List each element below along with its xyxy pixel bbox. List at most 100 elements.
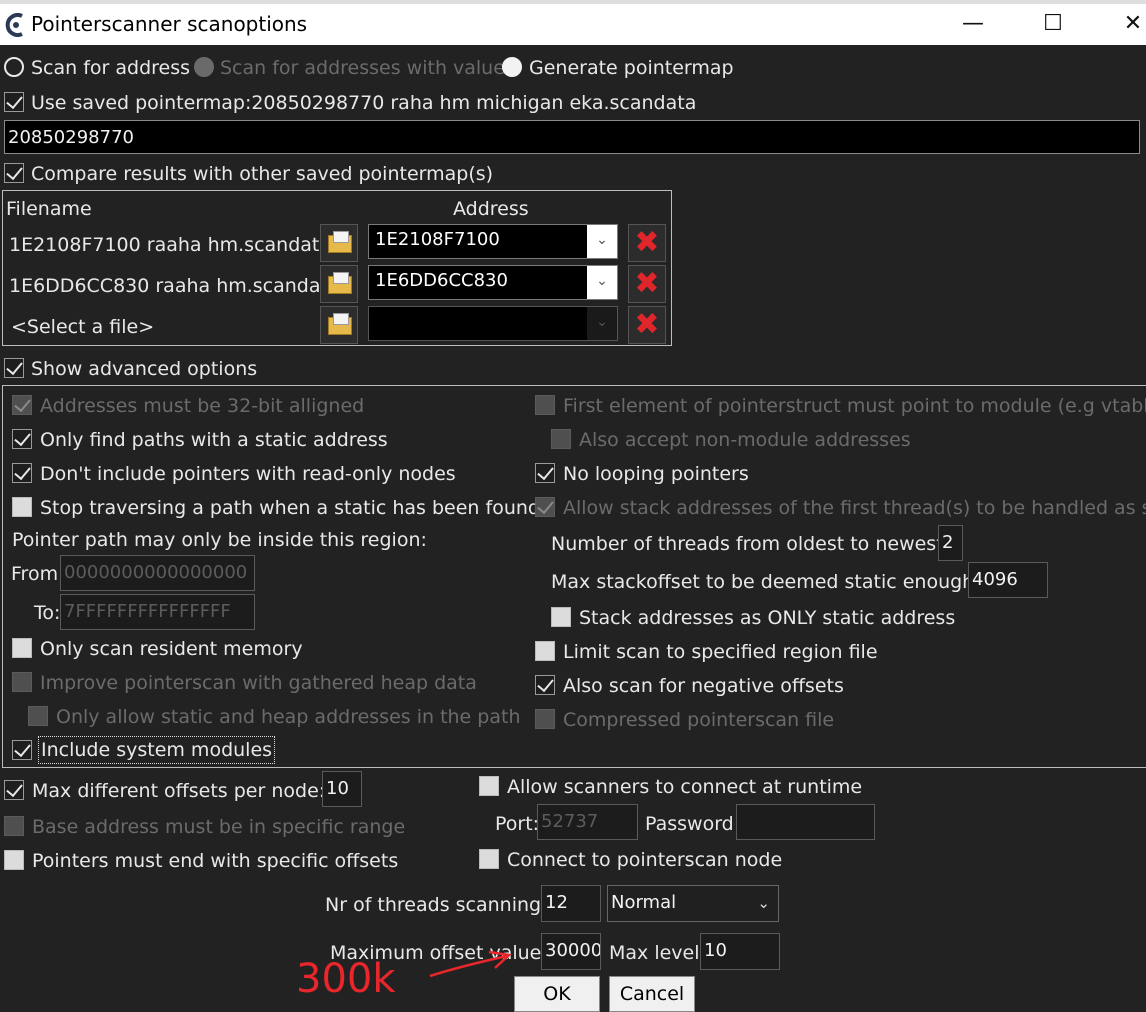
negative-offsets-label: Also scan for negative offsets <box>563 675 844 697</box>
scan-for-address-radio[interactable] <box>4 57 24 77</box>
chevron-down-icon: ⌄ <box>757 894 770 912</box>
cheat-engine-logo-icon <box>5 13 23 37</box>
region-label: Pointer path may only be inside this reg… <box>12 529 427 551</box>
use-saved-pointermap-checkbox[interactable] <box>4 92 24 112</box>
open-folder-icon[interactable] <box>320 306 358 344</box>
stack-only-checkbox[interactable] <box>551 607 571 627</box>
allow-scanners-label: Allow scanners to connect at runtime <box>507 776 863 798</box>
limit-region-checkbox[interactable] <box>535 641 555 661</box>
remove-row-button[interactable]: ✖ <box>628 306 666 344</box>
connect-node-label: Connect to pointerscan node <box>507 849 783 871</box>
compare-row-filename: 1E2108F7100 raaha hm.scandata <box>9 234 332 256</box>
open-folder-icon[interactable] <box>320 265 358 303</box>
no-readonly-checkbox[interactable] <box>12 463 32 483</box>
aligned-label: Addresses must be 32-bit alligned <box>40 395 365 417</box>
stack-addresses-checkbox <box>535 497 555 517</box>
scan-for-value-label: Scan for addresses with value <box>220 57 505 79</box>
stackoffset-label: Max stackoffset to be deemed static enou… <box>551 571 981 593</box>
stackoffset-field[interactable]: 4096 <box>968 562 1048 598</box>
chevron-down-icon: ⌄ <box>587 225 617 258</box>
scan-for-address-label: Scan for address <box>31 57 191 79</box>
base-range-checkbox <box>4 816 24 836</box>
stop-traversing-label: Stop traversing a path when a static has… <box>40 497 540 519</box>
ok-button[interactable]: OK <box>514 976 600 1012</box>
open-folder-icon[interactable] <box>320 224 358 262</box>
no-looping-label: No looping pointers <box>563 463 749 485</box>
max-offsets-field[interactable]: 10 <box>322 771 362 807</box>
max-level-label: Max level <box>609 942 700 964</box>
maximize-icon: ☐ <box>1043 11 1063 36</box>
static-only-checkbox[interactable] <box>12 429 32 449</box>
to-label: To: <box>34 602 61 624</box>
system-modules-checkbox[interactable] <box>12 740 32 760</box>
non-module-label: Also accept non-module addresses <box>579 429 911 451</box>
annotation-text: 300k <box>296 956 396 1002</box>
compare-row-address: 1E2108F7100 <box>375 229 500 250</box>
compare-results-checkbox[interactable] <box>4 163 24 183</box>
filename-header: Filename <box>6 198 92 220</box>
negative-offsets-checkbox[interactable] <box>535 675 555 695</box>
system-modules-label: Include system modules <box>38 736 276 764</box>
end-offsets-checkbox[interactable] <box>4 850 24 870</box>
title-bar: Pointerscanner scanoptions — ☐ ✕ <box>0 4 1146 45</box>
region-from-field: 0000000000000000 <box>60 555 255 591</box>
compare-row-address-combo[interactable]: 1E2108F7100 ⌄ <box>368 224 618 259</box>
delete-x-icon: ✖ <box>634 307 660 342</box>
from-label: From <box>11 563 59 585</box>
compare-row-filename: 1E6DD6CC830 raaha hm.scandata <box>9 275 340 297</box>
password-field <box>736 804 875 840</box>
compare-row-filename: <Select a file> <box>11 316 155 338</box>
max-offsets-checkbox[interactable] <box>4 780 24 800</box>
use-saved-pointermap-label: Use saved pointermap:20850298770 raha hm… <box>31 92 697 114</box>
allow-scanners-checkbox[interactable] <box>479 776 499 796</box>
end-offsets-label: Pointers must end with specific offsets <box>32 850 399 872</box>
port-field: 52737 <box>537 804 638 840</box>
connect-node-checkbox[interactable] <box>479 849 499 869</box>
compressed-checkbox <box>535 709 555 729</box>
compare-row-address: 1E6DD6CC830 <box>375 270 508 291</box>
window-title: Pointerscanner scanoptions <box>31 12 308 36</box>
compare-results-label: Compare results with other saved pointer… <box>31 163 494 185</box>
static-only-label: Only find paths with a static address <box>40 429 388 451</box>
static-heap-label: Only allow static and heap addresses in … <box>56 706 521 728</box>
show-advanced-label: Show advanced options <box>31 358 258 380</box>
compare-row-address-combo[interactable]: 1E6DD6CC830 ⌄ <box>368 265 618 300</box>
close-button[interactable]: ✕ <box>1103 4 1146 45</box>
priority-select[interactable]: Normal ⌄ <box>607 885 779 922</box>
max-offset-field[interactable]: 30000 <box>541 933 601 970</box>
stack-only-label: Stack addresses as ONLY static address <box>579 607 956 629</box>
show-advanced-checkbox[interactable] <box>4 358 24 378</box>
no-readonly-label: Don't include pointers with read-only no… <box>40 463 456 485</box>
remove-row-button[interactable]: ✖ <box>628 224 666 262</box>
first-element-label: First element of pointerstruct must poin… <box>563 395 1146 417</box>
pointermap-value-field[interactable]: 20850298770 <box>4 120 1140 154</box>
threads-label: Number of threads from oldest to newest: <box>551 533 951 555</box>
maximize-button[interactable]: ☐ <box>1023 4 1083 45</box>
minimize-button[interactable]: — <box>943 4 1003 45</box>
no-looping-checkbox[interactable] <box>535 463 555 483</box>
stack-addresses-label: Allow stack addresses of the first threa… <box>563 497 1146 519</box>
priority-value: Normal <box>611 892 677 913</box>
resident-memory-label: Only scan resident memory <box>40 638 303 660</box>
chevron-down-icon: ⌄ <box>587 307 617 340</box>
compare-table: Filename Address 1E2108F7100 raaha hm.sc… <box>2 190 672 346</box>
annotation-arrow-icon <box>429 950 512 978</box>
cancel-button[interactable]: Cancel <box>609 976 695 1012</box>
heap-data-checkbox <box>12 672 32 692</box>
non-module-checkbox <box>551 429 571 449</box>
password-label: Password <box>645 813 734 835</box>
generate-pointermap-radio[interactable] <box>502 57 522 77</box>
threads-field[interactable]: 2 <box>938 525 963 561</box>
threads-scanning-field[interactable]: 12 <box>541 885 601 922</box>
stop-traversing-checkbox[interactable] <box>12 497 32 517</box>
max-level-field[interactable]: 10 <box>700 933 780 970</box>
compare-row-address-combo[interactable]: ⌄ <box>368 306 618 341</box>
region-to-field: 7FFFFFFFFFFFFFFF <box>60 594 255 630</box>
resident-memory-checkbox[interactable] <box>12 638 32 658</box>
first-element-checkbox <box>535 395 555 415</box>
compressed-label: Compressed pointerscan file <box>563 709 835 731</box>
remove-row-button[interactable]: ✖ <box>628 265 666 303</box>
port-label: Port: <box>495 813 540 835</box>
chevron-down-icon: ⌄ <box>587 266 617 299</box>
delete-x-icon: ✖ <box>634 225 660 260</box>
